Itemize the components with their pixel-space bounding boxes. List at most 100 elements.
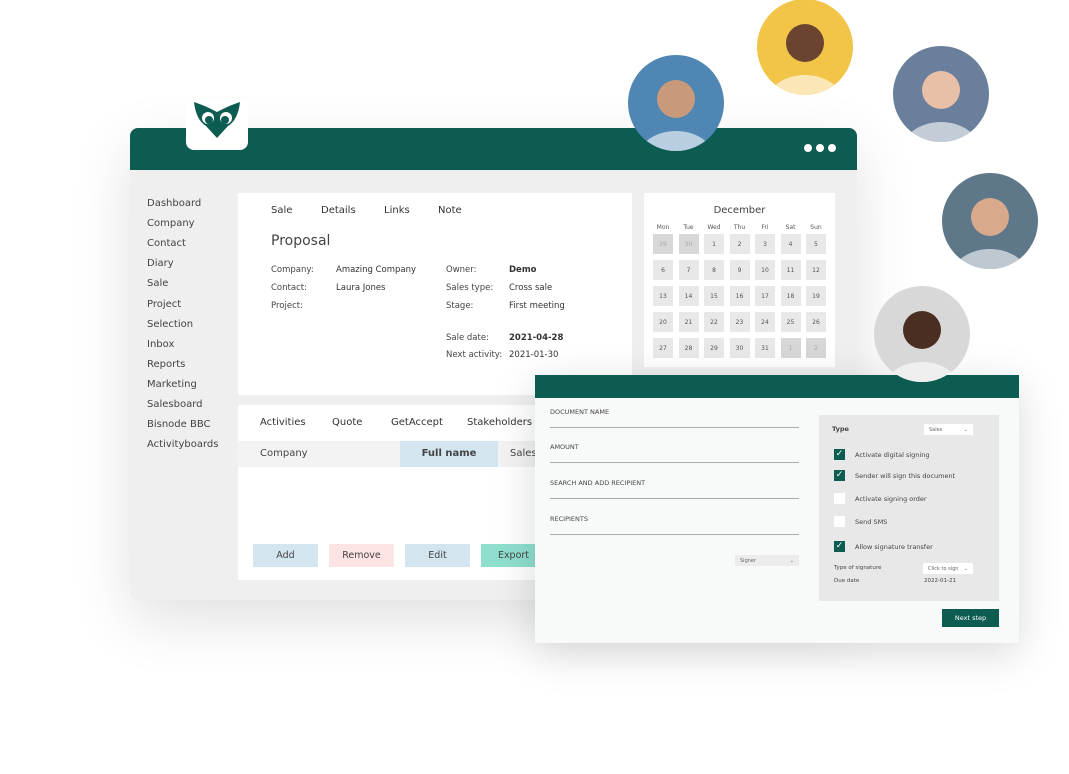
tab-sale[interactable]: Sale <box>271 205 292 216</box>
calendar-day[interactable]: 1 <box>780 338 801 358</box>
sidebar-item[interactable]: Selection <box>147 319 193 330</box>
options-panel: Type Sales ⌄ Type of signature Click to s… <box>819 415 999 601</box>
calendar-day[interactable]: 10 <box>755 260 775 280</box>
field-label: Owner: <box>446 265 477 275</box>
calendar-day[interactable]: 31 <box>755 338 775 358</box>
calendar-day[interactable]: 30 <box>729 338 750 358</box>
calendar-day[interactable]: 4 <box>780 234 801 254</box>
field-label: AMOUNT <box>550 443 579 451</box>
due-date-label: Due date <box>834 578 860 584</box>
tab-activities-3[interactable]: Stakeholders <box>467 417 532 428</box>
calendar-day[interactable]: 14 <box>678 286 699 306</box>
calendar-day[interactable]: 29 <box>704 338 724 358</box>
calendar-day[interactable]: 21 <box>678 312 699 332</box>
sidebar-item[interactable]: Company <box>147 218 195 229</box>
tab-activities-1[interactable]: Quote <box>332 417 362 428</box>
calendar: December Mon Tue Wed Thu Fri Sat Sun 29 30 1 2 3 4 5 6… <box>644 193 835 367</box>
calendar-day[interactable]: 16 <box>729 286 750 306</box>
calendar-day[interactable]: 22 <box>704 312 724 332</box>
dialog-field[interactable]: SEARCH AND ADD RECIPIENT <box>550 479 799 499</box>
calendar-day[interactable]: 20 <box>653 312 673 332</box>
calendar-day[interactable]: 5 <box>806 234 826 254</box>
calendar-day[interactable]: 29 <box>653 234 673 254</box>
sidebar-item[interactable]: Dashboard <box>147 198 201 209</box>
column-company[interactable]: Company <box>260 448 308 459</box>
menu-dots-icon[interactable] <box>804 144 812 152</box>
sidebar-item[interactable]: Sale <box>147 278 168 289</box>
menu-dots-icon[interactable] <box>816 144 824 152</box>
menu-dots-icon[interactable] <box>828 144 836 152</box>
field-label: DOCUMENT NAME <box>550 408 610 416</box>
calendar-day[interactable]: 3 <box>755 234 775 254</box>
calendar-day[interactable]: 1 <box>704 234 724 254</box>
add-button[interactable]: Add <box>253 544 318 567</box>
calendar-day[interactable]: 30 <box>678 234 699 254</box>
dialog-field[interactable]: DOCUMENT NAME <box>550 408 799 428</box>
sidebar-item[interactable]: Project <box>147 299 181 310</box>
calendar-day[interactable]: 28 <box>678 338 699 358</box>
option-label: Activate digital signing <box>855 451 930 459</box>
edit-button[interactable]: Edit <box>405 544 470 567</box>
tab-activities-2[interactable]: GetAccept <box>391 417 443 428</box>
calendar-day[interactable]: 24 <box>755 312 775 332</box>
dialog-header <box>535 375 1019 398</box>
calendar-day[interactable]: 9 <box>729 260 750 280</box>
checkbox[interactable]: ✓ <box>834 470 845 481</box>
sidebar-item[interactable]: Salesboard <box>147 399 203 410</box>
calendar-day[interactable]: 2 <box>806 338 826 358</box>
sale-date-value: 2021-04-28 <box>509 333 564 343</box>
checkbox[interactable] <box>834 516 845 527</box>
field-label: Company: <box>271 265 314 275</box>
checkbox[interactable]: ✓ <box>834 541 845 552</box>
signature-type-label: Type of signature <box>834 565 882 571</box>
calendar-day[interactable]: 27 <box>653 338 673 358</box>
calendar-day[interactable]: 6 <box>653 260 673 280</box>
due-date-value[interactable]: 2022-01-21 <box>924 578 956 584</box>
calendar-day[interactable]: 25 <box>780 312 801 332</box>
sidebar-item[interactable]: Reports <box>147 359 185 370</box>
field-label: RECIPIENTS <box>550 515 588 523</box>
calendar-day[interactable]: 2 <box>729 234 750 254</box>
column-sales[interactable]: Sales <box>510 448 537 459</box>
calendar-day[interactable]: 17 <box>755 286 775 306</box>
sidebar-item[interactable]: Contact <box>147 238 186 249</box>
signer-value: Signer <box>740 557 757 564</box>
calendar-day[interactable]: 12 <box>806 260 826 280</box>
dialog-field[interactable]: AMOUNT <box>550 443 799 463</box>
calendar-day[interactable]: 13 <box>653 286 673 306</box>
tab-note[interactable]: Note <box>438 205 462 216</box>
type-select[interactable]: Sales ⌄ <box>924 424 973 435</box>
sidebar-item[interactable]: Activityboards <box>147 439 218 450</box>
calendar-day[interactable]: 26 <box>806 312 826 332</box>
calendar-day[interactable]: 18 <box>780 286 801 306</box>
checkbox[interactable] <box>834 493 845 504</box>
tab-activities-0[interactable]: Activities <box>260 417 306 428</box>
calendar-month: December <box>713 205 766 216</box>
calendar-day[interactable]: 23 <box>729 312 750 332</box>
sidebar-item[interactable]: Marketing <box>147 379 197 390</box>
tab-links[interactable]: Links <box>384 205 410 216</box>
checkbox[interactable]: ✓ <box>834 449 845 460</box>
field-label: Contact: <box>271 283 307 293</box>
next-step-button[interactable]: Next step <box>942 609 999 627</box>
calendar-day[interactable]: 19 <box>806 286 826 306</box>
chevron-down-icon: ⌄ <box>963 426 968 433</box>
calendar-day[interactable]: 7 <box>678 260 699 280</box>
avatar <box>874 286 970 382</box>
signer-select[interactable]: Signer ⌄ <box>735 555 799 566</box>
option-label: Send SMS <box>855 518 888 526</box>
sidebar-item[interactable]: Inbox <box>147 339 174 350</box>
dialog-field[interactable]: RECIPIENTS <box>550 515 799 535</box>
signature-type-select[interactable]: Click to sign ⌄ <box>923 563 973 574</box>
remove-button[interactable]: Remove <box>329 544 394 567</box>
field-value: Laura Jones <box>336 283 386 293</box>
calendar-day[interactable]: 15 <box>704 286 724 306</box>
tab-details[interactable]: Details <box>321 205 356 216</box>
calendar-day[interactable]: 8 <box>704 260 724 280</box>
table-header: Company Full name Sales <box>238 441 538 467</box>
sidebar-item[interactable]: Diary <box>147 258 174 269</box>
calendar-day[interactable]: 11 <box>780 260 801 280</box>
sidebar-item[interactable]: Bisnode BBC <box>147 419 211 430</box>
avatar <box>628 55 724 151</box>
column-full-name[interactable]: Full name <box>400 441 498 467</box>
